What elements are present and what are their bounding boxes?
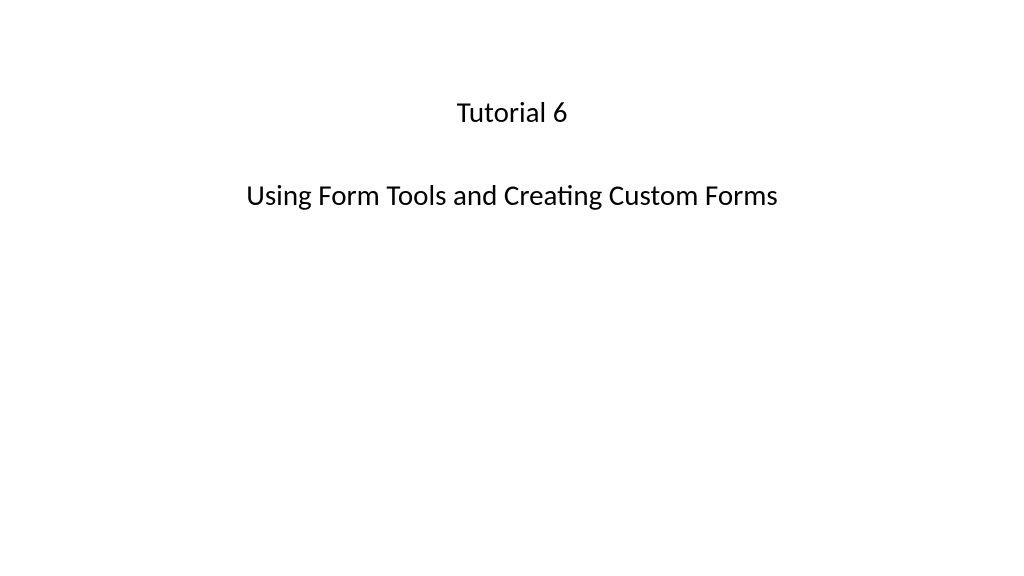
slide-title: Tutorial 6 xyxy=(0,95,1024,130)
slide-subtitle: Using Form Tools and Creating Custom For… xyxy=(0,178,1024,213)
slide: Tutorial 6 Using Form Tools and Creating… xyxy=(0,0,1024,576)
